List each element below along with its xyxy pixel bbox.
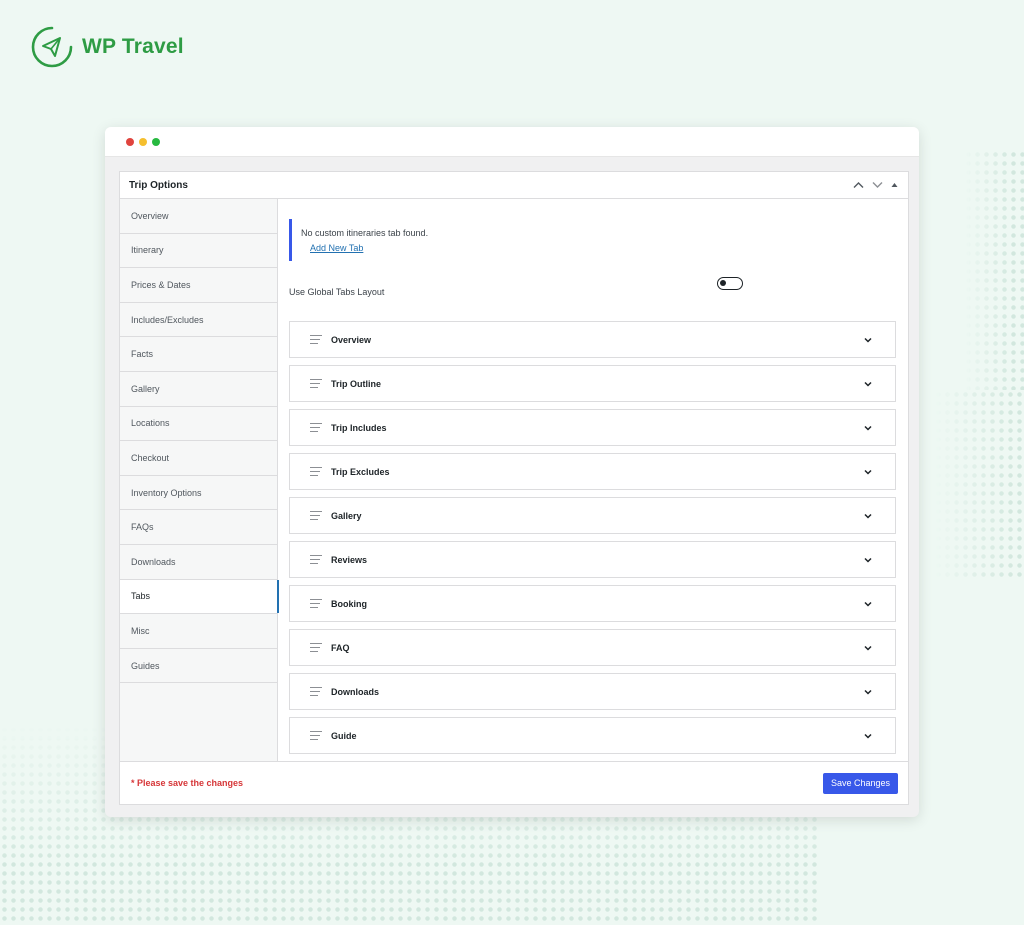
- metabox-header: Trip Options: [120, 172, 908, 199]
- browser-titlebar: [105, 127, 919, 157]
- brand-logo: WP Travel: [30, 25, 184, 69]
- drag-handle-icon[interactable]: [310, 599, 322, 608]
- sidebar-item-label: Includes/Excludes: [131, 314, 204, 325]
- tab-label: Booking: [331, 598, 367, 609]
- chevron-down-icon[interactable]: [863, 555, 873, 565]
- tab-label: Reviews: [331, 554, 368, 565]
- global-tabs-label: Use Global Tabs Layout: [289, 287, 385, 297]
- paper-plane-icon: [31, 26, 73, 68]
- window-minimize-dot[interactable]: [139, 137, 147, 146]
- sidebar-item-label: FAQs: [131, 522, 154, 533]
- no-itinerary-notice: No custom itineraries tab found. Add New…: [289, 219, 896, 261]
- chevron-down-icon[interactable]: [863, 643, 873, 653]
- tab-row-trip-excludes[interactable]: Trip Excludes: [289, 453, 896, 490]
- sidebar-item-downloads[interactable]: Downloads: [120, 545, 277, 580]
- tab-row-overview[interactable]: Overview: [289, 321, 896, 358]
- sidebar-item-misc[interactable]: Misc: [120, 614, 277, 649]
- sidebar-item-label: Locations: [131, 418, 170, 429]
- sidebar-item-overview[interactable]: Overview: [120, 199, 277, 234]
- window-maximize-dot[interactable]: [152, 137, 160, 146]
- chevron-down-icon[interactable]: [863, 511, 873, 521]
- chevron-down-icon[interactable]: [863, 423, 873, 433]
- drag-handle-icon[interactable]: [310, 555, 322, 564]
- tab-label: Trip Excludes: [331, 466, 390, 477]
- tab-label: FAQ: [331, 642, 350, 653]
- tab-label: Guide: [331, 730, 357, 741]
- tab-label: Trip Outline: [331, 378, 382, 389]
- chevron-down-icon[interactable]: [863, 467, 873, 477]
- tab-label: Trip Includes: [331, 422, 387, 433]
- save-changes-button[interactable]: Save Changes: [822, 772, 898, 794]
- sidebar-item-prices-dates[interactable]: Prices & Dates: [120, 268, 277, 303]
- sidebar-item-label: Checkout: [131, 452, 170, 463]
- chevron-down-icon[interactable]: [863, 687, 873, 697]
- tab-row-trip-includes[interactable]: Trip Includes: [289, 409, 896, 446]
- metabox-footer: * Please save the changes Save Changes: [120, 761, 908, 804]
- drag-handle-icon[interactable]: [310, 467, 322, 476]
- drag-handle-icon[interactable]: [310, 731, 322, 740]
- drag-handle-icon[interactable]: [310, 379, 322, 388]
- tab-row-guide[interactable]: Guide: [289, 717, 896, 754]
- tab-row-faq[interactable]: FAQ: [289, 629, 896, 666]
- sidebar-item-includes-excludes[interactable]: Includes/Excludes: [120, 303, 277, 338]
- toggle-knob: [720, 280, 726, 286]
- sidebar-item-facts[interactable]: Facts: [120, 337, 277, 372]
- global-tabs-setting: Use Global Tabs Layout: [289, 261, 896, 321]
- chevron-down-icon[interactable]: [863, 599, 873, 609]
- sidebar-item-checkout[interactable]: Checkout: [120, 441, 277, 476]
- tab-label: Downloads: [331, 686, 380, 697]
- sidebar-item-guides[interactable]: Guides: [120, 649, 277, 684]
- metabox-title: Trip Options: [129, 179, 188, 191]
- browser-window: Trip Options Overview Itinerary Prices & D…: [105, 127, 919, 817]
- tab-row-gallery[interactable]: Gallery: [289, 497, 896, 534]
- sidebar-item-label: Facts: [131, 349, 154, 360]
- sidebar-item-label: Prices & Dates: [131, 279, 191, 290]
- chevron-down-icon[interactable]: [863, 731, 873, 741]
- chevron-down-icon[interactable]: [872, 181, 883, 189]
- sidebar-item-label: Misc: [131, 625, 150, 636]
- tab-row-booking[interactable]: Booking: [289, 585, 896, 622]
- tab-row-reviews[interactable]: Reviews: [289, 541, 896, 578]
- sidebar-nav: Overview Itinerary Prices & Dates Includes/…: [120, 199, 279, 763]
- sidebar-item-gallery[interactable]: Gallery: [120, 372, 277, 407]
- chevron-down-icon[interactable]: [863, 379, 873, 389]
- tab-list: Overview Trip Outline Trip Includes Trip Ex…: [289, 321, 896, 754]
- global-tabs-toggle[interactable]: [717, 277, 743, 290]
- background-dots: [934, 390, 1024, 580]
- drag-handle-icon[interactable]: [310, 423, 322, 432]
- brand-name: WP Travel: [82, 35, 184, 58]
- sidebar-item-locations[interactable]: Locations: [120, 407, 277, 442]
- tab-label: Gallery: [331, 510, 362, 521]
- tab-label: Overview: [331, 334, 372, 345]
- drag-handle-icon[interactable]: [310, 511, 322, 520]
- drag-handle-icon[interactable]: [310, 335, 322, 344]
- sidebar-item-label: Itinerary: [131, 245, 164, 256]
- trip-options-metabox: Trip Options Overview Itinerary Prices & D…: [119, 171, 909, 805]
- sidebar-item-inventory-options[interactable]: Inventory Options: [120, 476, 277, 511]
- sidebar-item-itinerary[interactable]: Itinerary: [120, 234, 277, 269]
- chevron-down-icon[interactable]: [863, 335, 873, 345]
- sidebar-item-label: Overview: [131, 210, 169, 221]
- sidebar-item-label: Tabs: [131, 591, 151, 602]
- add-new-tab-link[interactable]: Add New Tab: [310, 243, 363, 253]
- sidebar-item-label: Guides: [131, 660, 160, 671]
- drag-handle-icon[interactable]: [310, 687, 322, 696]
- background-dots: [964, 150, 1024, 390]
- metabox-controls: [853, 181, 898, 189]
- tab-row-trip-outline[interactable]: Trip Outline: [289, 365, 896, 402]
- notice-text: No custom itineraries tab found.: [301, 228, 429, 238]
- window-close-dot[interactable]: [126, 137, 134, 146]
- sidebar-item-label: Gallery: [131, 383, 160, 394]
- triangle-up-icon[interactable]: [891, 182, 898, 188]
- sidebar-item-label: Inventory Options: [131, 487, 202, 498]
- sidebar-item-label: Downloads: [131, 556, 176, 567]
- sidebar-item-tabs[interactable]: Tabs: [120, 579, 279, 615]
- tabs-panel: No custom itineraries tab found. Add New…: [278, 199, 908, 763]
- drag-handle-icon[interactable]: [310, 643, 322, 652]
- chevron-up-icon[interactable]: [853, 181, 864, 189]
- sidebar-item-faqs[interactable]: FAQs: [120, 510, 277, 545]
- save-warning: * Please save the changes: [131, 778, 244, 788]
- metabox-body: Overview Itinerary Prices & Dates Includes/…: [120, 199, 908, 763]
- tab-row-downloads[interactable]: Downloads: [289, 673, 896, 710]
